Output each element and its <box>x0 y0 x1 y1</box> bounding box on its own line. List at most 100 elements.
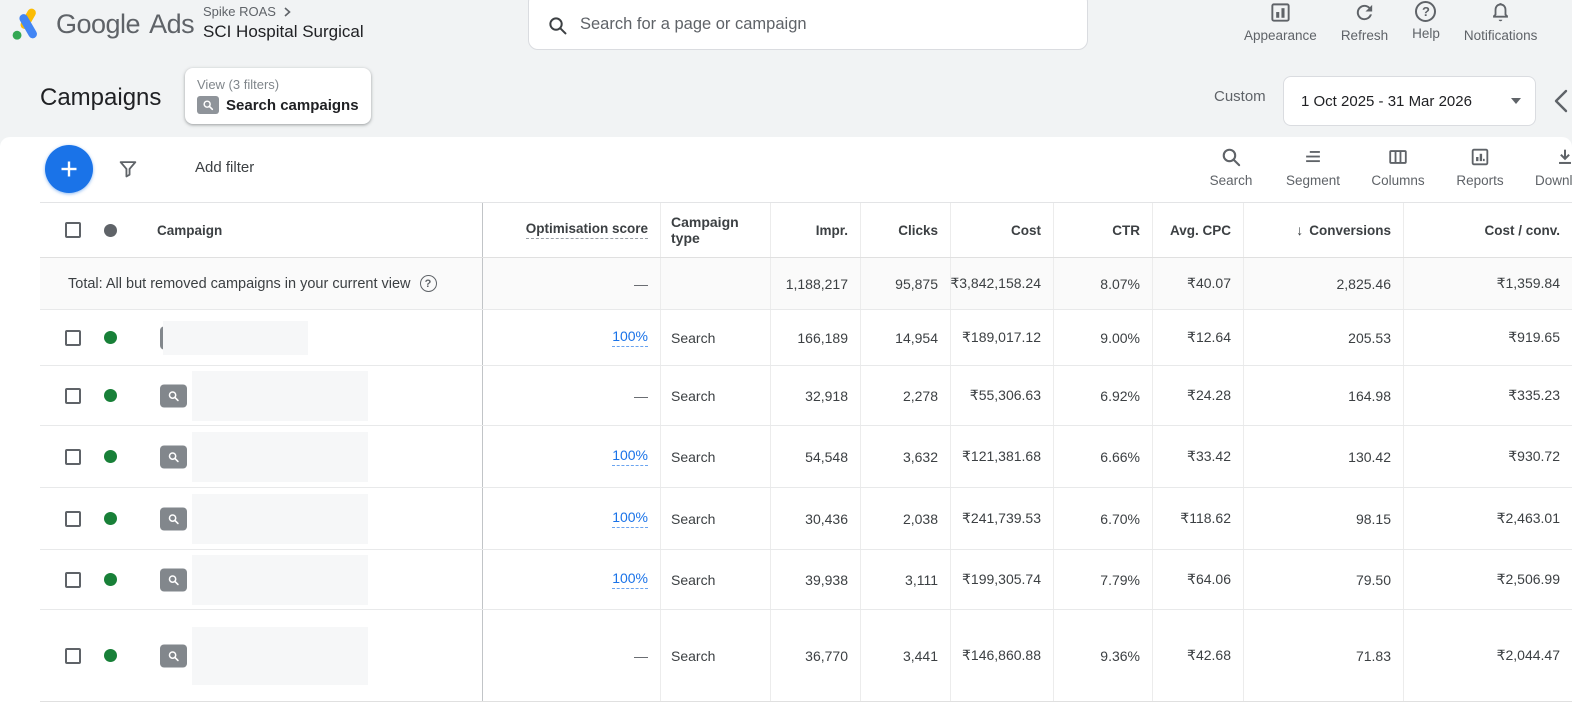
column-header-campaign[interactable]: Campaign <box>140 203 482 257</box>
campaign-type-cell: Search <box>660 426 770 487</box>
row-checkbox[interactable] <box>65 388 81 404</box>
campaign-type-cell: Search <box>660 550 770 609</box>
table-search-button[interactable]: Search <box>1192 146 1270 188</box>
campaign-name-redacted[interactable] <box>192 555 368 605</box>
status-enabled-icon[interactable] <box>104 512 117 525</box>
status-enabled-icon[interactable] <box>104 331 117 344</box>
impr-cell: 54,548 <box>770 426 860 487</box>
help-circle-icon[interactable]: ? <box>420 275 437 292</box>
view-filters-label: View (3 filters) <box>197 77 359 92</box>
table-toolbar: Add filter Search Segment Columns <box>0 137 1572 202</box>
impr-cell: 36,770 <box>770 610 860 701</box>
help-button[interactable]: ? Help <box>1400 1 1452 43</box>
campaign-name-redacted[interactable] <box>192 432 368 482</box>
google-ads-logo[interactable]: GoogleAds <box>10 7 194 41</box>
conversions-cell: 205.53 <box>1243 310 1403 365</box>
opt-score-link[interactable]: 100% <box>612 570 648 589</box>
status-enabled-icon[interactable] <box>104 573 117 586</box>
campaign-row: 100% Search 39,938 3,111 ₹199,305.74 7.7… <box>40 550 1572 610</box>
cost-per-conv-cell: ₹2,506.99 <box>1403 550 1572 609</box>
campaign-type-cell: Search <box>660 366 770 425</box>
chevron-right-icon <box>282 7 292 17</box>
appearance-button[interactable]: Appearance <box>1232 1 1329 43</box>
ctr-cell: 9.36% <box>1053 610 1152 701</box>
refresh-icon <box>1353 1 1376 24</box>
row-checkbox[interactable] <box>65 648 81 664</box>
filter-icon[interactable] <box>117 158 139 180</box>
google-ads-triangle-icon <box>10 7 46 41</box>
campaign-detail-lens-button[interactable] <box>160 384 187 407</box>
status-column-icon <box>104 224 117 237</box>
campaign-type-cell: Search <box>660 610 770 701</box>
campaign-detail-lens-button[interactable] <box>160 644 187 667</box>
new-campaign-button[interactable] <box>45 145 93 193</box>
cost-per-conv-cell: ₹335.23 <box>1403 366 1572 425</box>
row-checkbox[interactable] <box>65 330 81 346</box>
campaign-detail-lens-button[interactable] <box>160 507 187 530</box>
global-search-input[interactable] <box>580 15 1087 36</box>
campaign-name-redacted[interactable] <box>192 371 368 421</box>
reports-icon <box>1469 146 1491 168</box>
opt-score-link[interactable]: 100% <box>612 328 648 347</box>
cost-per-conv-cell: ₹919.65 <box>1403 310 1572 365</box>
column-header-impr[interactable]: Impr. <box>770 203 860 257</box>
sort-desc-icon: ↓ <box>1296 222 1303 238</box>
bell-icon <box>1489 1 1512 24</box>
total-row: Total: All but removed campaigns in your… <box>40 258 1572 310</box>
column-header-opt-score[interactable]: Optimisation score <box>482 203 660 257</box>
column-header-cost[interactable]: Cost <box>950 203 1053 257</box>
campaign-detail-lens-button[interactable] <box>160 445 187 468</box>
ctr-cell: 6.70% <box>1053 488 1152 549</box>
global-search-box[interactable] <box>528 0 1088 50</box>
clicks-cell: 14,954 <box>860 310 950 365</box>
avg-cpc-cell: ₹24.28 <box>1152 366 1243 425</box>
refresh-button[interactable]: Refresh <box>1329 1 1400 43</box>
segment-button[interactable]: Segment <box>1270 146 1356 188</box>
campaign-row: 100% Search 30,436 2,038 ₹241,739.53 6.7… <box>40 488 1572 550</box>
campaign-detail-lens-button[interactable] <box>160 568 187 591</box>
column-header-conversions[interactable]: ↓Conversions <box>1243 203 1403 257</box>
page-title: Campaigns <box>40 84 161 112</box>
campaign-row: — Search 36,770 3,441 ₹146,860.88 9.36% … <box>40 610 1572 702</box>
breadcrumb-account[interactable]: Spike ROAS <box>203 4 276 19</box>
status-enabled-icon[interactable] <box>104 389 117 402</box>
row-checkbox[interactable] <box>65 449 81 465</box>
conversions-cell: 130.42 <box>1243 426 1403 487</box>
campaigns-table: Campaign Optimisation score Campaign typ… <box>40 202 1572 702</box>
help-icon: ? <box>1415 1 1436 22</box>
campaign-name-redacted[interactable] <box>192 494 368 544</box>
campaign-row: 100% Search 166,189 14,954 ₹189,017.12 9… <box>40 310 1572 366</box>
total-impr: 1,188,217 <box>770 258 860 309</box>
add-filter-button[interactable]: Add filter <box>195 159 254 176</box>
opt-score-link[interactable]: 100% <box>612 447 648 466</box>
column-header-ctr[interactable]: CTR <box>1053 203 1152 257</box>
row-checkbox[interactable] <box>65 572 81 588</box>
avg-cpc-cell: ₹42.68 <box>1152 610 1243 701</box>
notifications-button[interactable]: Notifications <box>1452 1 1550 43</box>
column-header-campaign-type[interactable]: Campaign type <box>660 203 770 257</box>
ctr-cell: 7.79% <box>1053 550 1152 609</box>
column-header-clicks[interactable]: Clicks <box>860 203 950 257</box>
row-checkbox[interactable] <box>65 511 81 527</box>
columns-button[interactable]: Columns <box>1356 146 1440 188</box>
campaign-row: — Search 32,918 2,278 ₹55,306.63 6.92% ₹… <box>40 366 1572 426</box>
opt-score-link[interactable]: 100% <box>612 509 648 528</box>
download-button[interactable]: Download <box>1520 146 1572 188</box>
campaign-name-redacted[interactable] <box>163 321 308 355</box>
search-campaigns-icon <box>197 96 219 114</box>
caret-down-icon <box>1511 98 1521 104</box>
campaign-name-redacted[interactable] <box>192 627 368 685</box>
status-enabled-icon[interactable] <box>104 450 117 463</box>
clicks-cell: 3,441 <box>860 610 950 701</box>
collapse-panel-chevron[interactable] <box>1550 86 1572 116</box>
date-range-picker[interactable]: 1 Oct 2025 - 31 Mar 2026 <box>1283 76 1536 126</box>
status-enabled-icon[interactable] <box>104 649 117 662</box>
brand-text: GoogleAds <box>56 9 194 40</box>
column-header-avg-cpc[interactable]: Avg. CPC <box>1152 203 1243 257</box>
select-all-checkbox[interactable] <box>65 222 81 238</box>
column-header-cost-per-conv[interactable]: Cost / conv. <box>1403 203 1572 257</box>
view-filters-chip[interactable]: View (3 filters) Search campaigns <box>185 68 371 124</box>
cost-cell: ₹199,305.74 <box>950 550 1053 609</box>
ctr-cell: 9.00% <box>1053 310 1152 365</box>
reports-button[interactable]: Reports <box>1440 146 1520 188</box>
